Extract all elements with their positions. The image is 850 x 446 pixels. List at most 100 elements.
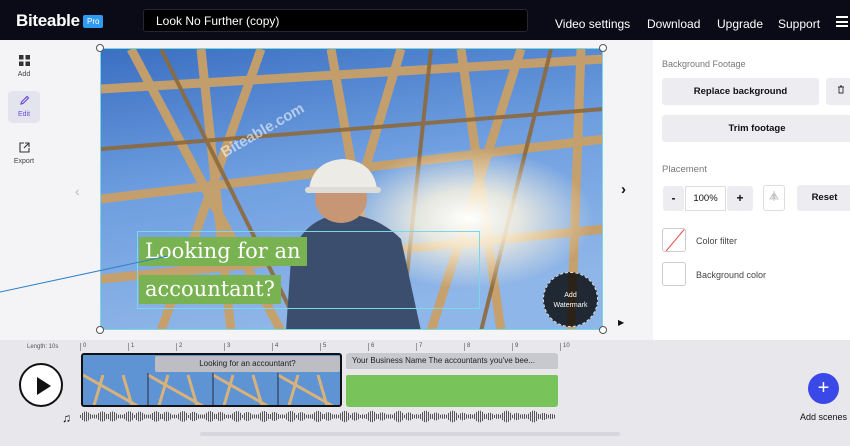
waveform-bar bbox=[554, 414, 555, 419]
waveform-bar bbox=[282, 414, 283, 419]
waveform-bar bbox=[236, 411, 237, 422]
waveform-bar bbox=[150, 414, 151, 419]
waveform-bar bbox=[418, 414, 419, 419]
waveform-bar bbox=[454, 411, 455, 422]
waveform-bar bbox=[400, 411, 401, 422]
waveform-bar bbox=[156, 411, 157, 422]
waveform-bar bbox=[226, 414, 227, 419]
zoom-increase-button[interactable]: + bbox=[727, 186, 753, 211]
waveform-bar bbox=[296, 414, 297, 419]
waveform-bar bbox=[262, 411, 263, 422]
waveform-bar bbox=[230, 414, 231, 419]
waveform-bar bbox=[174, 414, 175, 419]
waveform-bar bbox=[496, 414, 497, 419]
waveform-bar bbox=[194, 411, 195, 422]
waveform-bar bbox=[402, 412, 403, 421]
tool-add-button[interactable]: Add bbox=[8, 51, 40, 83]
reset-placement-button[interactable]: Reset bbox=[797, 185, 850, 211]
waveform-bar bbox=[324, 414, 325, 419]
waveform-bar bbox=[432, 414, 433, 419]
resize-handle-top-left[interactable] bbox=[96, 44, 104, 52]
scene-clip-2[interactable]: Your Business Name The accountants you'v… bbox=[346, 353, 558, 407]
trash-icon[interactable] bbox=[826, 78, 850, 105]
waveform-bar bbox=[82, 412, 83, 421]
properties-panel: Background Footage Replace background Tr… bbox=[653, 40, 850, 340]
zoom-decrease-button[interactable]: - bbox=[663, 186, 684, 211]
headline-line-1[interactable]: Looking for an bbox=[139, 237, 307, 266]
waveform-bar bbox=[384, 413, 385, 420]
waveform-bar bbox=[352, 413, 353, 420]
ruler-tick: 8 bbox=[464, 343, 470, 351]
waveform-bar bbox=[242, 414, 243, 419]
nav-support[interactable]: Support bbox=[778, 17, 820, 31]
waveform-bar bbox=[270, 414, 271, 419]
waveform-bar bbox=[460, 413, 461, 420]
waveform-bar bbox=[346, 411, 347, 422]
waveform-bar bbox=[144, 414, 145, 419]
headline-line-2[interactable]: accountant? bbox=[139, 275, 281, 304]
resize-handle-top-right[interactable] bbox=[599, 44, 607, 52]
tool-edit-button[interactable]: Edit bbox=[8, 91, 40, 123]
flip-icon[interactable] bbox=[763, 185, 785, 211]
waveform-bar bbox=[524, 413, 525, 420]
waveform-bar bbox=[500, 414, 501, 419]
waveform-bar bbox=[518, 413, 519, 420]
waveform-bar bbox=[376, 413, 377, 420]
waveform-bar bbox=[132, 412, 133, 421]
brand-logo[interactable]: Biteable bbox=[16, 11, 80, 31]
color-filter-swatch[interactable] bbox=[662, 228, 686, 252]
pencil-icon bbox=[8, 95, 40, 109]
add-watermark-button[interactable]: Add Watermark bbox=[543, 272, 598, 327]
waveform-bar bbox=[86, 411, 87, 422]
zoom-value-field[interactable]: 100% bbox=[685, 186, 726, 211]
waveform-bar bbox=[160, 413, 161, 420]
project-title-field[interactable]: Look No Further (copy) bbox=[143, 9, 528, 32]
waveform-bar bbox=[468, 414, 469, 419]
waveform-bar bbox=[442, 414, 443, 419]
resize-handle-bottom-right[interactable] bbox=[599, 326, 607, 334]
waveform-bar bbox=[130, 411, 131, 422]
audio-waveform[interactable] bbox=[80, 410, 558, 423]
ruler-tick: 6 bbox=[368, 343, 374, 351]
waveform-bar bbox=[472, 414, 473, 419]
waveform-bar bbox=[176, 414, 177, 419]
waveform-bar bbox=[416, 414, 417, 419]
waveform-bar bbox=[110, 412, 111, 421]
waveform-bar bbox=[334, 414, 335, 419]
waveform-bar bbox=[138, 411, 139, 422]
play-button[interactable] bbox=[19, 363, 63, 407]
timeline-scrollbar[interactable] bbox=[200, 432, 620, 436]
waveform-bar bbox=[474, 413, 475, 420]
trim-footage-button[interactable]: Trim footage bbox=[662, 115, 850, 142]
replace-background-button[interactable]: Replace background bbox=[662, 78, 819, 105]
waveform-bar bbox=[238, 411, 239, 422]
nav-upgrade[interactable]: Upgrade bbox=[717, 17, 763, 31]
tool-edit-label: Edit bbox=[17, 111, 31, 118]
grid-icon bbox=[8, 55, 40, 69]
waveform-bar bbox=[284, 414, 285, 419]
nav-download[interactable]: Download bbox=[647, 17, 700, 31]
hamburger-menu-icon[interactable] bbox=[836, 16, 848, 27]
scene-2-label: Your Business Name The accountants you'v… bbox=[346, 353, 558, 369]
waveform-bar bbox=[430, 413, 431, 420]
add-scene-button[interactable]: + bbox=[808, 373, 839, 404]
resize-handle-bottom-left[interactable] bbox=[96, 326, 104, 334]
waveform-bar bbox=[536, 411, 537, 422]
waveform-bar bbox=[198, 414, 199, 419]
waveform-bar bbox=[134, 414, 135, 419]
scene-clip-1[interactable]: Looking for an accountant? bbox=[81, 353, 342, 407]
previous-scene-arrow[interactable]: ‹ bbox=[75, 183, 80, 199]
waveform-bar bbox=[136, 412, 137, 421]
nav-video-settings[interactable]: Video settings bbox=[555, 17, 630, 31]
waveform-bar bbox=[314, 412, 315, 421]
background-footage-heading: Background Footage bbox=[662, 59, 746, 69]
preview-play-icon[interactable]: ▶ bbox=[618, 318, 624, 327]
background-color-swatch[interactable] bbox=[662, 262, 686, 286]
waveform-bar bbox=[256, 414, 257, 419]
next-scene-arrow[interactable]: › bbox=[621, 181, 626, 198]
tool-export-button[interactable]: Export bbox=[8, 138, 40, 170]
waveform-bar bbox=[146, 414, 147, 419]
music-note-icon[interactable]: ♫ bbox=[62, 411, 71, 425]
waveform-bar bbox=[166, 411, 167, 422]
waveform-bar bbox=[502, 412, 503, 421]
